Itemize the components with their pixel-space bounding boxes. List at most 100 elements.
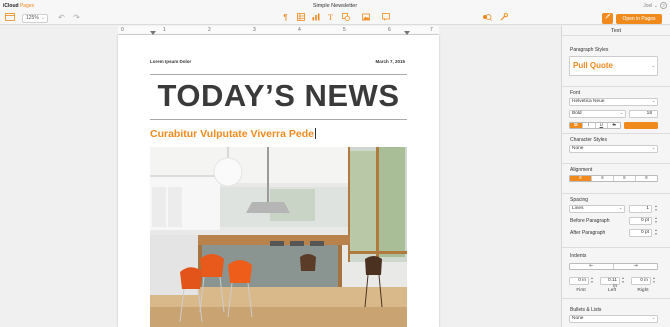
text-icon[interactable]: T [326,13,335,23]
paragraph-style-value: Pull Quote [573,61,613,70]
document-title[interactable]: Simple Newsletter [0,3,670,9]
paragraph-styles-section: Paragraph Styles Pull Quote ⌄ [562,39,670,86]
headline[interactable]: TODAY’S NEWS [118,78,439,114]
ruler-number: 1 [163,27,166,33]
header-rule-bottom [150,119,407,120]
user-menu[interactable]: Joel ⌄ [643,3,658,9]
align-left-icon[interactable]: ≡ [570,176,592,181]
view-icon[interactable] [4,13,15,23]
indent-right-value: 0 in [640,278,648,283]
open-in-pages-button[interactable]: Open in Pages [616,14,662,24]
indents-label: Indents [570,253,587,259]
header-left-text[interactable]: Lorem Ipsum Dolor [150,59,191,64]
before-paragraph-value: 0 pt [640,218,649,223]
ruler[interactable]: 0 1 2 3 4 5 6 7 [118,26,439,35]
indent-left-stepper-icon[interactable]: ▴ ▾ [620,276,626,284]
bullets-value: None [572,316,584,321]
title-bar: iCloud Pages Simple Newsletter Joel ⌄ ? [0,0,670,12]
align-justify-icon[interactable]: ≡ [636,176,657,181]
alignment-section: Alignment ≡ ≡ ≡ ≡ [562,163,670,193]
spacing-section: Spacing Lines ⌄ 1 ▴ ▾ Before Paragraph 0 … [562,193,670,247]
font-section: Font Helvetica Neue ⌄ Bold ⌄ 18 B I U S [562,86,670,133]
document-canvas: Lorem Ipsum Dolor March 7, 2015 TODAY’S … [0,35,555,327]
indents-section: Indents ⇤ ⇥ 0 in ▴ ▾ 0.11 in ▴ ▾ 0 in ▴ ▾ F… [562,247,670,298]
bullets-section: Bullets & Lists None ⌄ [562,298,670,327]
spacing-stepper-icon[interactable]: ▴ ▾ [653,204,659,212]
chevron-down-icon: ⌄ [40,15,45,21]
font-weight-select[interactable]: Bold ⌄ [569,110,626,118]
alignment-buttons: ≡ ≡ ≡ ≡ [569,175,658,182]
indent-first-stepper-icon[interactable]: ▴ ▾ [589,276,595,284]
indent-left-label: Left [607,288,616,293]
spacing-label: Spacing [570,197,589,203]
before-paragraph-stepper-icon[interactable]: ▴ ▾ [653,216,659,224]
header-date[interactable]: March 7, 2015 [375,59,405,64]
character-style-value: None [572,146,584,151]
bullets-select[interactable]: None ⌄ [569,315,658,323]
font-family-select[interactable]: Helvetica Neue ⌄ [569,98,658,106]
font-size-field[interactable]: 18 [629,110,658,118]
align-center-icon[interactable]: ≡ [592,176,614,181]
indent-left-field[interactable]: 0.11 in [600,277,620,289]
format-brush-icon[interactable] [602,13,613,24]
paragraph-style-select[interactable]: Pull Quote ⌄ [569,56,658,76]
text-color-swatch[interactable] [624,122,658,129]
document-page[interactable]: Lorem Ipsum Dolor March 7, 2015 TODAY’S … [118,35,439,327]
font-weight-value: Bold [572,111,582,116]
strikethrough-button[interactable]: S [608,123,620,128]
increase-indent-icon[interactable]: ⇥ [614,264,657,269]
undo-icon[interactable]: ↶ [57,13,66,23]
redo-icon[interactable]: ↷ [72,13,81,23]
bold-button[interactable]: B [570,123,583,128]
italic-button[interactable]: I [583,123,596,128]
spacing-mode-select[interactable]: Lines ⌄ [569,205,625,213]
chevron-down-icon: ⌄ [651,316,656,321]
ruler-number: 6 [388,27,391,33]
indent-right-field[interactable]: 0 in [631,277,651,285]
character-style-select[interactable]: None ⌄ [569,145,658,153]
chart-icon[interactable] [311,13,320,23]
paragraph-icon[interactable]: ¶ [281,13,290,23]
pull-quote[interactable]: Curabitur Vulputate Viverra Pede [150,128,316,140]
help-icon[interactable]: ? [660,2,667,9]
indent-right-label: Right [637,288,649,293]
zoom-select[interactable]: 125% ⌄ [22,14,48,23]
after-paragraph-stepper-icon[interactable]: ▴ ▾ [653,228,659,236]
comment-icon[interactable] [381,13,390,23]
after-paragraph-label: After Paragraph [570,230,606,236]
after-paragraph-field[interactable]: 0 pt [629,229,652,237]
character-styles-label: Character Styles [570,137,607,143]
bullets-label: Bullets & Lists [570,307,602,313]
indent-right-stepper-icon[interactable]: ▴ ▾ [651,276,657,284]
underline-button[interactable]: U [596,123,609,128]
ruler-number: 0 [121,27,124,33]
before-paragraph-field[interactable]: 0 pt [629,217,652,225]
table-icon[interactable] [296,13,305,23]
pull-quote-text: Curabitur Vulputate Viverra Pede [150,128,314,140]
alignment-label: Alignment [570,167,593,173]
share-icon[interactable] [481,13,492,23]
chevron-down-icon: ⌄ [651,146,656,151]
ruler-number: 2 [208,27,211,33]
align-right-icon[interactable]: ≡ [614,176,636,181]
font-label: Font [570,90,581,96]
font-size-value: 18 [646,111,652,116]
kitchen-photo[interactable] [150,147,407,327]
wrench-icon[interactable] [499,13,508,23]
media-icon[interactable] [361,13,370,23]
zoom-value: 125% [26,15,39,21]
before-paragraph-label: Before Paragraph [570,218,610,224]
after-paragraph-value: 0 pt [640,230,649,235]
ruler-number: 3 [253,27,256,33]
tab-text[interactable]: Text [562,26,670,36]
indent-first-value: 0 in [578,278,586,283]
pages-app: iCloud Pages Simple Newsletter Joel ⌄ ? … [0,0,670,327]
spacing-value-field[interactable]: 1 [629,205,652,213]
font-family-value: Helvetica Neue [572,99,605,104]
decrease-indent-icon[interactable]: ⇤ [570,264,614,269]
chevron-down-icon: ⌄ [651,99,656,104]
indent-first-field[interactable]: 0 in [569,277,589,285]
character-styles-section: Character Styles None ⌄ [562,133,670,163]
spacing-value: 1 [646,206,649,211]
shape-icon[interactable] [341,13,350,23]
